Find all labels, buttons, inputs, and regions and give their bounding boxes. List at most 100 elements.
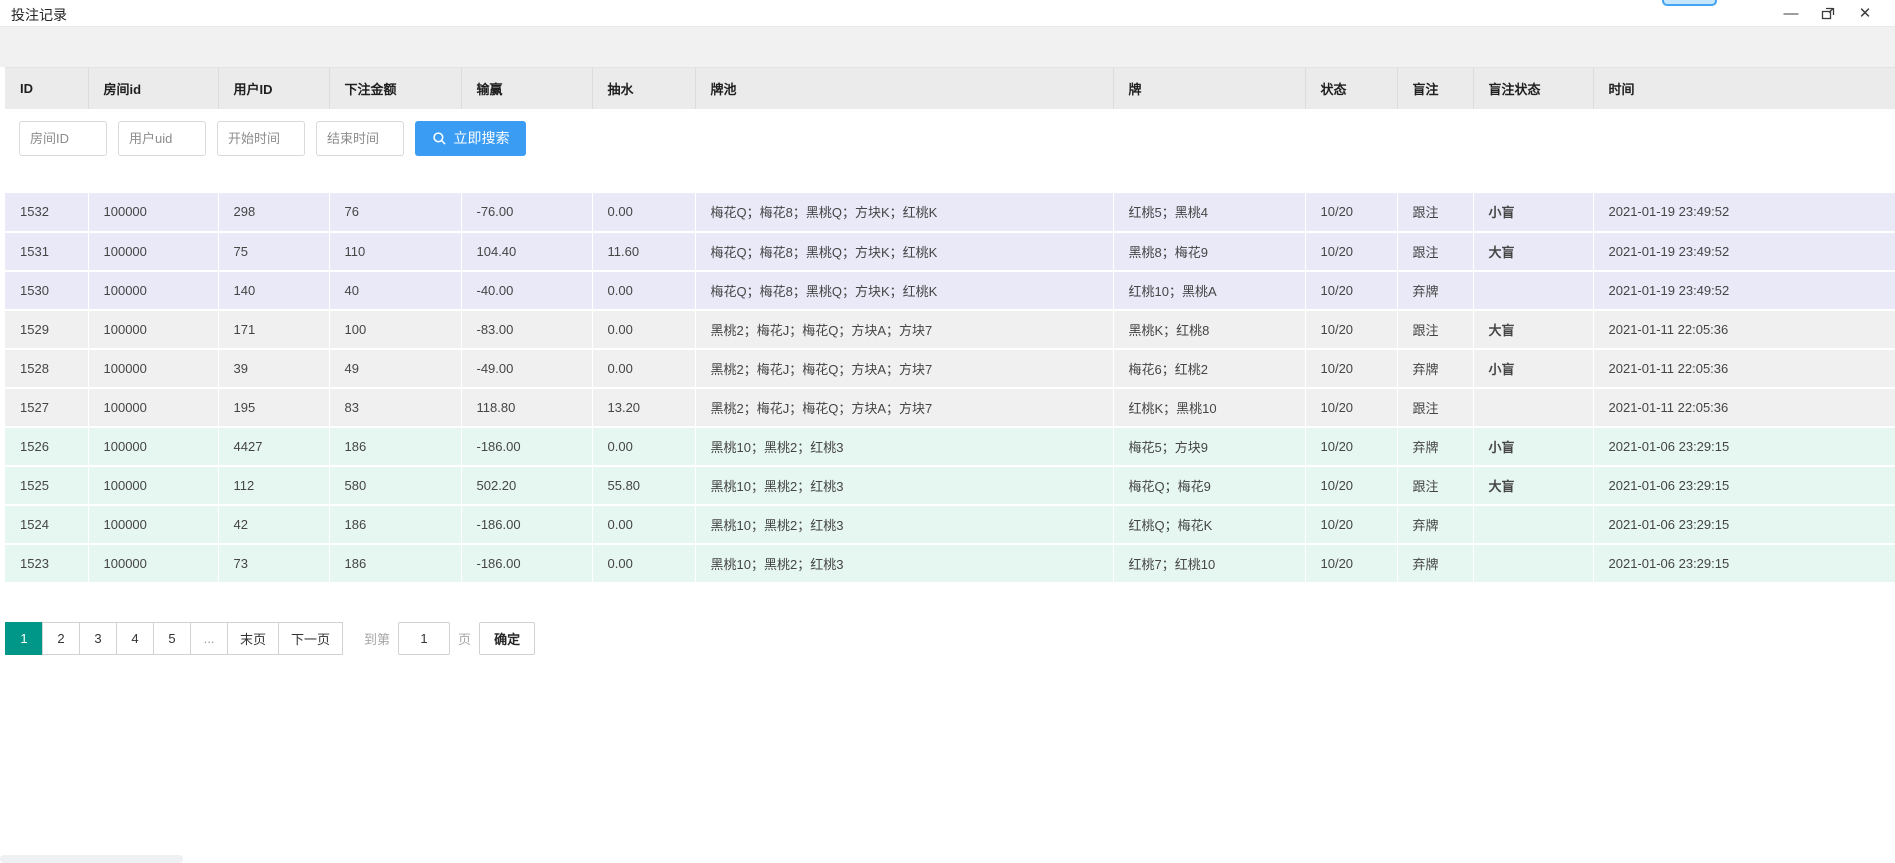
close-icon[interactable]: ✕ xyxy=(1855,3,1875,23)
cell-user_id: 75 xyxy=(218,232,329,271)
start-time-input[interactable] xyxy=(217,121,305,156)
search-button-label: 立即搜索 xyxy=(454,128,510,148)
cell-rake: 0.00 xyxy=(592,349,695,388)
records-table-container: ID房间id用户ID下注金额输赢抽水牌池牌状态盲注盲注状态时间 xyxy=(5,67,1895,584)
page-button[interactable]: 5 xyxy=(153,622,191,655)
cell-room_id: 100000 xyxy=(88,271,218,310)
search-form: 立即搜索 xyxy=(19,121,1895,156)
page-button[interactable]: 4 xyxy=(116,622,154,655)
page-title: 投注记录 xyxy=(11,5,67,25)
cell-time: 2021-01-11 22:05:36 xyxy=(1593,310,1895,349)
cell-rake: 0.00 xyxy=(592,310,695,349)
page-button[interactable]: 末页 xyxy=(227,622,279,655)
cell-time: 2021-01-06 23:29:15 xyxy=(1593,427,1895,466)
cell-blind: 大盲 xyxy=(1473,310,1593,349)
cell-cards: 梅花5；方块9 xyxy=(1113,427,1305,466)
cell-id: 1526 xyxy=(5,427,88,466)
cell-time: 2021-01-19 23:49:52 xyxy=(1593,193,1895,232)
cell-blind xyxy=(1473,544,1593,583)
column-header: 下注金额 xyxy=(329,68,461,109)
restore-icon[interactable] xyxy=(1818,3,1838,23)
column-header: 牌 xyxy=(1113,68,1305,109)
cell-time: 2021-01-06 23:29:15 xyxy=(1593,466,1895,505)
cell-room_id: 100000 xyxy=(88,427,218,466)
cell-room_id: 100000 xyxy=(88,544,218,583)
minimize-icon[interactable]: — xyxy=(1781,3,1801,23)
column-header: 状态 xyxy=(1305,68,1397,109)
cell-rake: 0.00 xyxy=(592,271,695,310)
cell-room_id: 100000 xyxy=(88,193,218,232)
cell-win_lose: 502.20 xyxy=(461,466,592,505)
page-ellipsis[interactable]: ... xyxy=(190,622,228,655)
page-button[interactable]: 2 xyxy=(42,622,80,655)
goto-page-input[interactable] xyxy=(398,622,450,655)
table-row: 15261000004427186-186.000.00黑桃10；黑桃2；红桃3… xyxy=(5,427,1895,466)
cell-user_id: 112 xyxy=(218,466,329,505)
toolbar-band xyxy=(0,27,1895,67)
cell-room_id: 100000 xyxy=(88,388,218,427)
cell-cards: 红桃K；黑桃10 xyxy=(1113,388,1305,427)
horizontal-scrollbar-thumb[interactable] xyxy=(0,855,183,863)
cell-id: 1529 xyxy=(5,310,88,349)
end-time-input[interactable] xyxy=(316,121,404,156)
cell-action: 弃牌 xyxy=(1397,349,1473,388)
column-header: 时间 xyxy=(1593,68,1895,109)
page-button[interactable]: 1 xyxy=(5,622,43,655)
search-button[interactable]: 立即搜索 xyxy=(415,121,526,156)
cell-time: 2021-01-11 22:05:36 xyxy=(1593,349,1895,388)
table-row: 153010000014040-40.000.00梅花Q；梅花8；黑桃Q；方块K… xyxy=(5,271,1895,310)
cell-blind: 大盲 xyxy=(1473,232,1593,271)
cell-room_id: 100000 xyxy=(88,232,218,271)
cell-blind xyxy=(1473,388,1593,427)
cell-status: 10/20 xyxy=(1305,544,1397,583)
cell-pool: 黑桃10；黑桃2；红桃3 xyxy=(695,505,1113,544)
cell-time: 2021-01-06 23:29:15 xyxy=(1593,544,1895,583)
cell-bet_amount: 100 xyxy=(329,310,461,349)
cell-action: 弃牌 xyxy=(1397,544,1473,583)
cell-rake: 11.60 xyxy=(592,232,695,271)
cell-id: 1523 xyxy=(5,544,88,583)
confirm-button[interactable]: 确定 xyxy=(479,622,535,655)
cell-status: 10/20 xyxy=(1305,427,1397,466)
header-row: ID房间id用户ID下注金额输赢抽水牌池牌状态盲注盲注状态时间 xyxy=(5,68,1895,109)
column-header: 抽水 xyxy=(592,68,695,109)
user-uid-input[interactable] xyxy=(118,121,206,156)
cell-id: 1532 xyxy=(5,193,88,232)
cell-win_lose: -83.00 xyxy=(461,310,592,349)
cell-pool: 黑桃10；黑桃2；红桃3 xyxy=(695,544,1113,583)
cell-win_lose: -186.00 xyxy=(461,544,592,583)
cell-win_lose: -186.00 xyxy=(461,505,592,544)
records-table: ID房间id用户ID下注金额输赢抽水牌池牌状态盲注盲注状态时间 xyxy=(5,67,1895,584)
cell-pool: 梅花Q；梅花8；黑桃Q；方块K；红桃K xyxy=(695,193,1113,232)
cell-cards: 梅花6；红桃2 xyxy=(1113,349,1305,388)
cell-status: 10/20 xyxy=(1305,271,1397,310)
column-header: 盲注状态 xyxy=(1473,68,1593,109)
cell-status: 10/20 xyxy=(1305,349,1397,388)
page-button[interactable]: 下一页 xyxy=(278,622,343,655)
goto-label: 到第 xyxy=(364,629,390,648)
cell-bet_amount: 186 xyxy=(329,427,461,466)
cell-time: 2021-01-19 23:49:52 xyxy=(1593,271,1895,310)
cell-cards: 黑桃K；红桃8 xyxy=(1113,310,1305,349)
cell-blind xyxy=(1473,505,1593,544)
cell-blind: 小盲 xyxy=(1473,427,1593,466)
clipped-blue-button[interactable] xyxy=(1662,0,1717,6)
cell-cards: 梅花Q；梅花9 xyxy=(1113,466,1305,505)
cell-cards: 红桃7；红桃10 xyxy=(1113,544,1305,583)
cell-id: 1531 xyxy=(5,232,88,271)
room-id-input[interactable] xyxy=(19,121,107,156)
cell-user_id: 140 xyxy=(218,271,329,310)
cell-pool: 黑桃10；黑桃2；红桃3 xyxy=(695,427,1113,466)
cell-room_id: 100000 xyxy=(88,310,218,349)
cell-win_lose: 104.40 xyxy=(461,232,592,271)
cell-pool: 黑桃2；梅花J；梅花Q；方块A；方块7 xyxy=(695,388,1113,427)
table-body: 153210000029876-76.000.00梅花Q；梅花8；黑桃Q；方块K… xyxy=(5,193,1895,583)
cell-time: 2021-01-06 23:29:15 xyxy=(1593,505,1895,544)
page-button[interactable]: 3 xyxy=(79,622,117,655)
cell-blind: 小盲 xyxy=(1473,193,1593,232)
cell-cards: 红桃Q；梅花K xyxy=(1113,505,1305,544)
column-header: 牌池 xyxy=(695,68,1113,109)
cell-action: 跟注 xyxy=(1397,193,1473,232)
cell-win_lose: -76.00 xyxy=(461,193,592,232)
cell-bet_amount: 186 xyxy=(329,505,461,544)
